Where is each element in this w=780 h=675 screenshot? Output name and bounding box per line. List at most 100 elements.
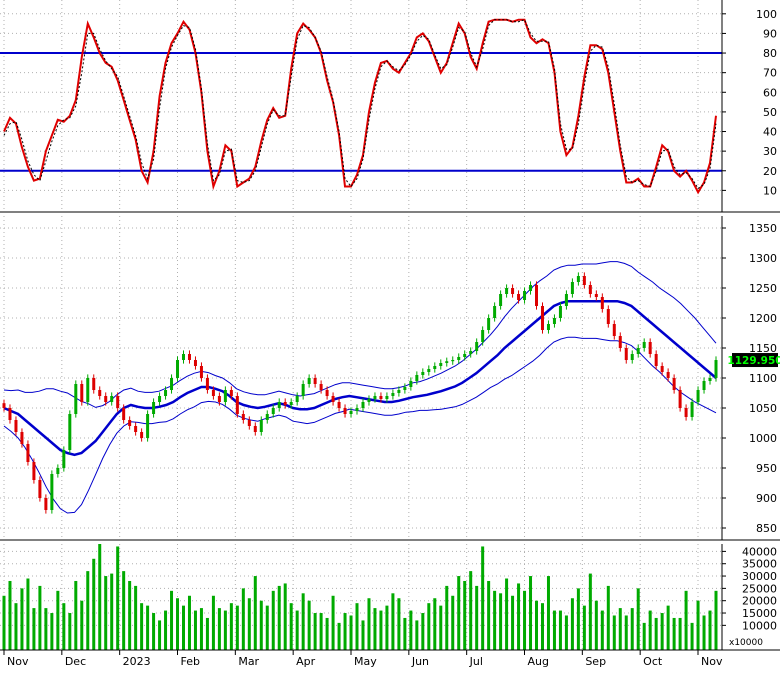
volume-tick-label: 10000	[742, 619, 777, 632]
volume-bar	[134, 585, 138, 650]
price-candle-body	[301, 384, 305, 396]
volume-bar	[499, 593, 503, 650]
price-candle-body	[176, 360, 180, 378]
volume-bar	[546, 576, 550, 650]
price-candle-body	[696, 390, 700, 402]
volume-bar	[277, 585, 281, 650]
price-candle-body	[44, 498, 48, 510]
volume-bar	[56, 590, 60, 650]
x-axis-label: Dec	[65, 655, 86, 668]
price-candle-body	[397, 390, 401, 393]
volume-bar	[38, 585, 42, 650]
volume-bar	[624, 615, 628, 650]
x-axis-label: Jun	[411, 655, 429, 668]
volume-bar	[74, 580, 78, 650]
volume-unit-label: x10000	[729, 638, 763, 648]
x-axis-label: Nov	[7, 655, 29, 668]
volume-bar	[451, 595, 455, 650]
volume-tick-label: 30000	[742, 570, 777, 583]
volume-bar	[397, 598, 401, 650]
price-candle-body	[636, 348, 640, 354]
price-candle-body	[511, 288, 515, 294]
volume-bar	[552, 610, 556, 650]
price-candle-body	[570, 282, 574, 294]
x-axis-label: Oct	[643, 655, 663, 668]
price-candle-body	[666, 372, 670, 378]
price-tick-label: 1350	[749, 222, 777, 235]
volume-bar	[271, 590, 275, 650]
volume-bar	[421, 613, 425, 650]
stoch-tick-label: 40	[763, 126, 777, 139]
price-candle-body	[367, 399, 371, 402]
price-candle-body	[517, 294, 521, 300]
volume-bar	[241, 588, 245, 650]
volume-bar	[606, 585, 610, 650]
price-candle-body	[164, 390, 168, 396]
price-candle-body	[642, 342, 646, 348]
price-candle-body	[618, 336, 622, 348]
volume-tick-label: 20000	[742, 595, 777, 608]
volume-bar	[50, 613, 54, 650]
x-axis-label: Mar	[238, 655, 259, 668]
volume-bar	[367, 598, 371, 650]
stoch-tick-label: 30	[763, 145, 777, 158]
price-candle-body	[122, 408, 126, 420]
price-candle-body	[499, 294, 503, 306]
volume-bar	[44, 608, 48, 650]
price-candle-body	[540, 306, 544, 330]
price-candle-body	[289, 402, 293, 405]
volume-tick-label: 40000	[742, 545, 777, 558]
price-candle-body	[529, 285, 533, 291]
price-tick-label: 1200	[749, 312, 777, 325]
price-candle-body	[283, 402, 287, 405]
price-candle-body	[606, 309, 610, 324]
volume-bar	[439, 605, 443, 650]
price-candle-body	[74, 384, 78, 414]
price-candle-body	[152, 402, 156, 414]
price-candle-body	[68, 414, 72, 450]
volume-bar	[116, 546, 120, 650]
volume-bar	[361, 620, 365, 650]
volume-bar	[469, 571, 473, 650]
volume-bar	[433, 598, 437, 650]
volume-bar	[307, 600, 311, 650]
price-candle-body	[708, 378, 712, 381]
volume-bar	[475, 585, 479, 650]
volume-bar	[104, 576, 108, 650]
price-candle-body	[229, 390, 233, 396]
price-candle-body	[355, 408, 359, 411]
price-candle-body	[487, 318, 491, 330]
volume-bar	[235, 605, 239, 650]
volume-bar	[672, 617, 676, 650]
price-candle-body	[56, 468, 60, 474]
price-candle-body	[546, 324, 550, 330]
volume-bar	[379, 610, 383, 650]
price-candle-body	[451, 360, 455, 362]
price-candle-body	[403, 387, 407, 390]
volume-bar	[630, 608, 634, 650]
price-candle-body	[463, 354, 467, 357]
volume-bar	[391, 593, 395, 650]
volume-bar	[199, 608, 203, 650]
volume-bar	[223, 610, 227, 650]
volume-bar	[714, 590, 718, 650]
technical-chart: 10 20 30 40 50 60 70 80 90 100 850 900 950 1000 1050 1…	[0, 0, 780, 671]
price-candle-body	[50, 474, 54, 510]
volume-bar	[636, 588, 640, 650]
price-candle-body	[654, 354, 658, 366]
price-candle-body	[552, 318, 556, 324]
volume-bar	[582, 605, 586, 650]
price-tick-label: 1250	[749, 282, 777, 295]
price-candle-body	[535, 285, 539, 306]
price-tick-label: 1300	[749, 252, 777, 265]
volume-bar	[385, 605, 389, 650]
stoch-tick-label: 70	[763, 67, 777, 80]
price-candle-body	[678, 390, 682, 408]
stoch-tick-label: 20	[763, 165, 777, 178]
price-candle-body	[211, 390, 215, 396]
volume-bar	[648, 610, 652, 650]
volume-bar	[80, 600, 84, 650]
volume-bar	[678, 617, 682, 650]
last-value-text: 1129.950	[727, 355, 780, 367]
volume-bar	[409, 610, 413, 650]
